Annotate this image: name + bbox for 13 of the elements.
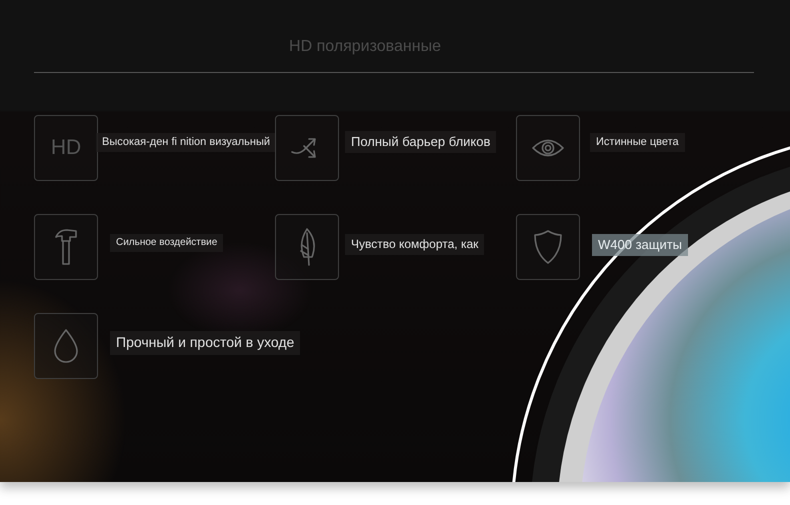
feature-label: Высокая-ден fi nition визуальный xyxy=(96,133,276,152)
hammer-icon xyxy=(53,227,79,267)
drop-icon xyxy=(52,328,80,364)
feature-label: Чувство комфорта, как xyxy=(345,234,484,255)
feature-label: Полный барьер бликов xyxy=(345,131,496,154)
feature-label: Истинные цвета xyxy=(590,133,685,152)
shield-icon xyxy=(533,229,563,265)
feature-label: Прочный и простой в уходе xyxy=(110,331,300,355)
heading: HD поляризованные xyxy=(288,37,442,57)
feature-label: Сильное воздействие xyxy=(110,234,224,252)
eye-icon xyxy=(531,137,565,159)
hd-icon-text: HD xyxy=(50,136,82,160)
feature-label: W400 защиты xyxy=(592,234,688,256)
